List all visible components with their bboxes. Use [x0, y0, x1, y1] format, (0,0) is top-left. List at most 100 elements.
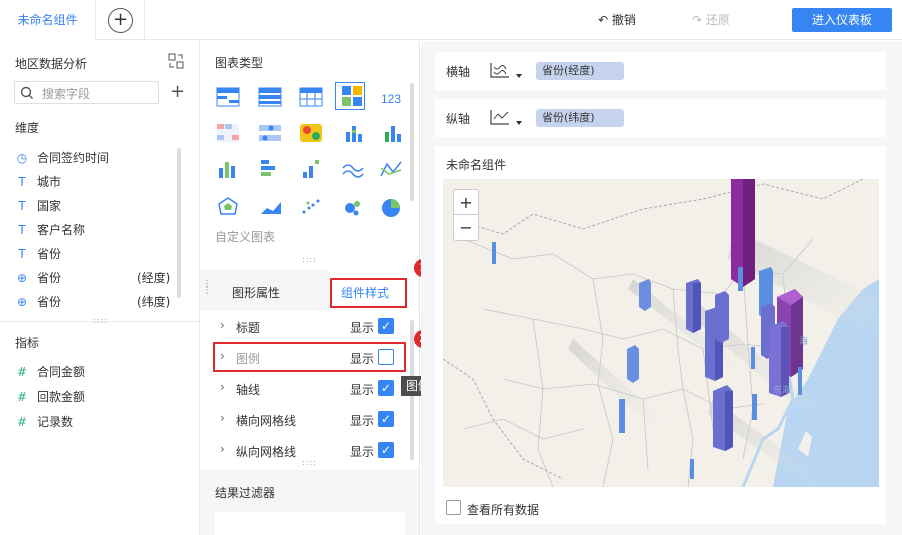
pie-chart-icon — [382, 199, 400, 217]
field-panel — [0, 41, 200, 535]
metric-item[interactable]: # 合同金额 — [15, 362, 85, 382]
metric-label: 记录数 — [37, 415, 74, 429]
heatmap-icon — [300, 124, 322, 142]
bar-small-5 — [738, 267, 743, 291]
view-all-checkbox[interactable] — [446, 500, 461, 515]
area-chart-icon — [261, 202, 281, 214]
dimension-scrollbar[interactable] — [177, 148, 181, 298]
chevron-right-icon[interactable]: › — [220, 411, 225, 425]
bar-small-1 — [492, 242, 496, 264]
redo-label: 还原 — [705, 13, 730, 27]
zoom-control: + − — [453, 189, 479, 241]
line-chart-icon — [342, 164, 364, 178]
bar-small-3 — [751, 347, 755, 369]
chart-type-grid[interactable]: 123 — [205, 80, 410, 240]
enter-dashboard-button[interactable]: 进入仪表板 — [792, 8, 892, 32]
dimension-suffix: (纬度) — [137, 295, 171, 309]
undo-button[interactable]: ↶ 撤销 — [598, 11, 636, 29]
stacked-bar-icon — [346, 126, 362, 142]
text-icon: T — [18, 175, 26, 189]
text-icon: T — [18, 199, 26, 213]
style-option-label: 横向网格线 — [236, 414, 297, 428]
custom-chart-link[interactable]: 自定义图表 — [215, 228, 275, 245]
x-axis-field-pill[interactable]: 省份(经度) — [536, 62, 624, 80]
bubble-chart-icon — [345, 201, 360, 216]
chevron-right-icon[interactable]: › — [220, 442, 225, 456]
chart-type-header: 图表类型 — [215, 56, 264, 70]
highlight-box-2 — [213, 342, 406, 372]
scatter-bar-icon — [303, 160, 319, 178]
x-axis-type-icon[interactable] — [488, 60, 524, 82]
add-tab-button[interactable]: + — [108, 8, 133, 33]
dimension-item[interactable]: T 城市 — [15, 172, 61, 192]
dimension-label: 合同签约时间 — [37, 151, 110, 165]
scatter-chart-icon — [302, 199, 320, 214]
metric-label: 回款金额 — [37, 390, 86, 404]
resize-handle[interactable]: :::: — [93, 316, 108, 325]
kpi-icon — [259, 125, 281, 141]
globe-icon: ⊕ — [16, 271, 28, 285]
redo-button[interactable]: ↷ 还原 — [692, 11, 730, 29]
widget-title: 未命名组件 — [446, 158, 507, 172]
dimension-item[interactable]: ◷ 合同签约时间 — [15, 148, 109, 168]
style-option-row[interactable]: › 横向网格线 显示 ✓ — [200, 404, 419, 435]
add-field-icon[interactable]: + — [170, 82, 185, 102]
top-toolbar — [0, 0, 902, 40]
show-checkbox[interactable]: ✓ — [378, 442, 394, 458]
text-icon: T — [18, 247, 26, 261]
map-label-east-sea: 东海 — [773, 384, 791, 395]
bar-small-2 — [619, 399, 625, 433]
search-placeholder: 搜索字段 — [42, 87, 91, 101]
y-axis-bar: 纵轴 省份(纬度) — [435, 99, 886, 137]
bar-blue-8 — [627, 345, 639, 383]
field-search-input[interactable]: 搜索字段 — [14, 81, 159, 104]
map-chart[interactable]: 海 东海 — [443, 179, 879, 487]
resize-handle[interactable]: :::: — [302, 255, 317, 264]
y-axis-type-icon[interactable] — [488, 107, 524, 129]
drag-handle-icon[interactable]: ⋮ ⋮ — [202, 280, 212, 296]
text-icon: T — [18, 223, 26, 237]
tab-graphic-properties[interactable]: 图形属性 — [232, 284, 280, 301]
resize-handle[interactable]: :::: — [302, 458, 317, 467]
map-label-sea: 海 — [799, 335, 808, 346]
metric-header: 指标 — [15, 336, 40, 350]
map-chart-icon — [342, 86, 362, 106]
style-option-row[interactable]: › 标题 显示 ✓ — [200, 311, 419, 342]
hash-icon: # — [16, 390, 28, 404]
style-option-label: 标题 — [236, 321, 261, 335]
zoom-in-button[interactable]: + — [454, 190, 478, 215]
bar-small-6 — [690, 459, 694, 479]
result-filter-dropzone[interactable] — [215, 512, 405, 535]
polyline-chart-icon — [380, 161, 402, 177]
grouped-bar-icon — [385, 126, 401, 142]
metric-item[interactable]: # 回款金额 — [15, 387, 85, 407]
dimension-item[interactable]: ⊕ 省份 (纬度) — [15, 292, 170, 312]
y-axis-label: 纵轴 — [446, 112, 471, 126]
dimension-label: 省份 — [37, 247, 62, 261]
dimension-label: 客户名称 — [37, 223, 86, 237]
zoom-out-button[interactable]: − — [454, 216, 478, 240]
dimension-item[interactable]: T 客户名称 — [15, 220, 85, 240]
show-label: 显示 — [350, 321, 375, 335]
bar-blue-2 — [686, 279, 701, 333]
bar-blue-4 — [715, 291, 729, 343]
dimension-item[interactable]: T 省份 — [15, 244, 61, 264]
style-option-row[interactable]: › 轴线 显示 ✓ — [200, 373, 419, 404]
y-axis-field-pill[interactable]: 省份(纬度) — [536, 109, 624, 127]
chart-type-scrollbar[interactable] — [410, 83, 414, 201]
dimension-item[interactable]: ⊕ 省份 (经度) — [15, 268, 170, 288]
show-checkbox[interactable]: ✓ — [378, 411, 394, 427]
chevron-right-icon[interactable]: › — [220, 318, 225, 332]
tab-unnamed-widget[interactable]: 未命名组件 — [0, 0, 96, 40]
switch-dataset-icon[interactable] — [168, 53, 184, 69]
search-icon — [20, 86, 33, 99]
highlight-box-1 — [330, 278, 407, 308]
show-checkbox[interactable]: ✓ — [378, 318, 394, 334]
dimension-label: 省份 — [37, 271, 62, 285]
hash-icon: # — [16, 415, 28, 429]
undo-icon: ↶ — [598, 13, 612, 27]
metric-item[interactable]: # 记录数 — [15, 412, 73, 432]
dimension-item[interactable]: T 国家 — [15, 196, 61, 216]
chevron-right-icon[interactable]: › — [220, 380, 225, 394]
show-checkbox[interactable]: ✓ — [378, 380, 394, 396]
